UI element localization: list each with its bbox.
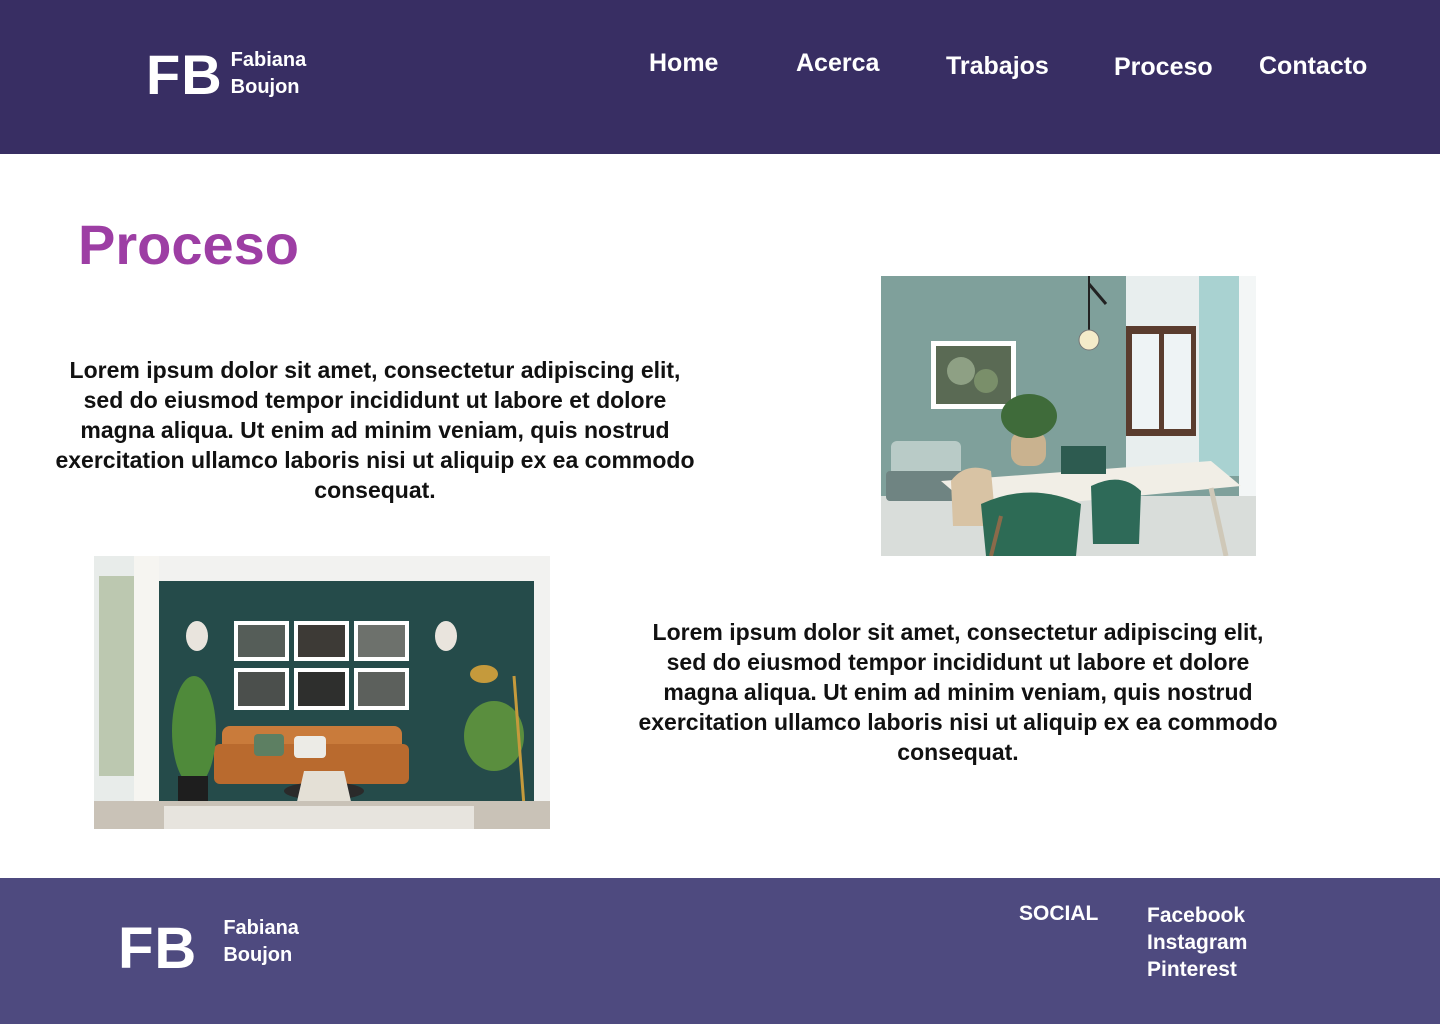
footer-logo-name: Fabiana Boujon (223, 915, 299, 969)
nav-proceso[interactable]: Proceso (1114, 53, 1213, 82)
logo-first-name: Fabiana (230, 49, 307, 71)
nav-trabajos[interactable]: Trabajos (946, 52, 1049, 81)
footer-logo-last-name: Boujon (223, 944, 293, 966)
footer-logo[interactable]: FB Fabiana Boujon (118, 916, 299, 981)
social-heading: SOCIAL (1019, 902, 1099, 925)
facebook-link[interactable]: Facebook (1147, 902, 1247, 929)
nav-contacto[interactable]: Contacto (1259, 52, 1367, 81)
instagram-link[interactable]: Instagram (1147, 929, 1247, 956)
logo-mark: FB (146, 43, 223, 106)
pinterest-link[interactable]: Pinterest (1147, 956, 1247, 983)
footer-logo-mark: FB (118, 916, 198, 981)
logo-last-name: Boujon (230, 76, 300, 98)
dining-room-photo (881, 276, 1256, 556)
section-text-1: Lorem ipsum dolor sit amet, consectetur … (55, 357, 695, 503)
site-footer: FB Fabiana Boujon SOCIAL Facebook Instag… (0, 878, 1440, 1024)
nav-acerca[interactable]: Acerca (796, 49, 879, 78)
living-room-photo (94, 556, 550, 829)
section-text-2: Lorem ipsum dolor sit amet, consectetur … (638, 619, 1278, 765)
header-logo[interactable]: FB Fabiana Boujon (146, 47, 306, 103)
page-title: Proceso (78, 213, 299, 276)
nav-home[interactable]: Home (649, 49, 718, 78)
footer-logo-first-name: Fabiana (223, 917, 299, 939)
social-links: Facebook Instagram Pinterest (1147, 902, 1247, 983)
site-header: FB Fabiana Boujon Home Acerca Trabajos P… (0, 0, 1440, 154)
logo-name: Fabiana Boujon (231, 47, 307, 101)
